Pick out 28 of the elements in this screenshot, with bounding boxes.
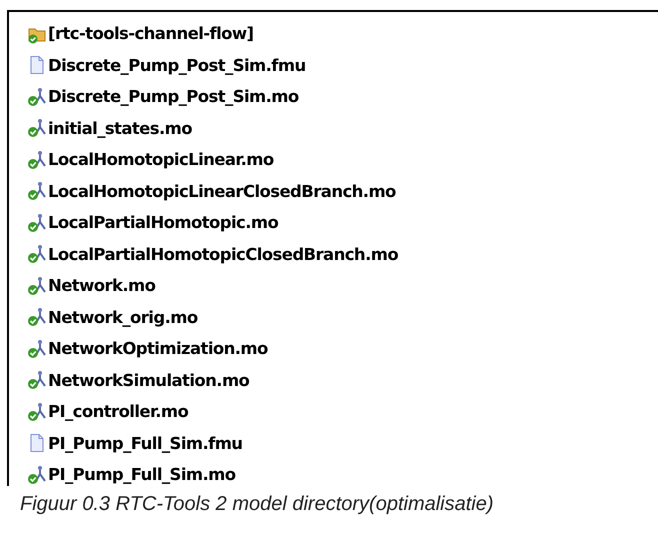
model-icon: [27, 276, 47, 296]
model-icon: [27, 244, 47, 264]
file-name[interactable]: [rtc-tools-channel-flow]: [48, 24, 254, 44]
file-name[interactable]: LocalHomotopicLinearClosedBranch.mo: [48, 182, 396, 201]
file-name[interactable]: Network_orig.mo: [48, 308, 198, 327]
file-name[interactable]: PI_Pump_Full_Sim.fmu: [48, 434, 242, 453]
file-name[interactable]: LocalHomotopicLinear.mo: [48, 150, 274, 170]
model-icon: [27, 338, 47, 359]
model-icon: [27, 181, 47, 202]
file-name[interactable]: Discrete_Pump_Post_Sim.fmu: [48, 56, 306, 75]
file-name[interactable]: Discrete_Pump_Post_Sim.mo: [48, 87, 299, 106]
model-icon: [27, 212, 47, 233]
file-name[interactable]: NetworkSimulation.mo: [48, 370, 250, 390]
file-name[interactable]: initial_states.mo: [48, 118, 192, 138]
figure-caption: Figuur 0.3 RTC-Tools 2 model directory(optimalisatie): [20, 493, 495, 516]
file-name[interactable]: NetworkOptimization.mo: [48, 339, 268, 358]
file-name[interactable]: LocalPartialHomotopic.mo: [48, 213, 278, 232]
model-icon: [27, 464, 47, 485]
file-name[interactable]: Network.mo: [48, 276, 156, 296]
model-icon: [27, 402, 47, 422]
model-icon: [27, 118, 47, 138]
file-name[interactable]: PI_Pump_Full_Sim.mo: [48, 465, 236, 484]
model-icon: [27, 370, 47, 390]
model-icon: [27, 307, 47, 328]
model-icon: [27, 150, 47, 170]
file-name[interactable]: PI_controller.mo: [48, 402, 188, 422]
file-name[interactable]: LocalPartialHomotopicClosedBranch.mo: [48, 244, 398, 264]
model-icon: [27, 86, 47, 107]
